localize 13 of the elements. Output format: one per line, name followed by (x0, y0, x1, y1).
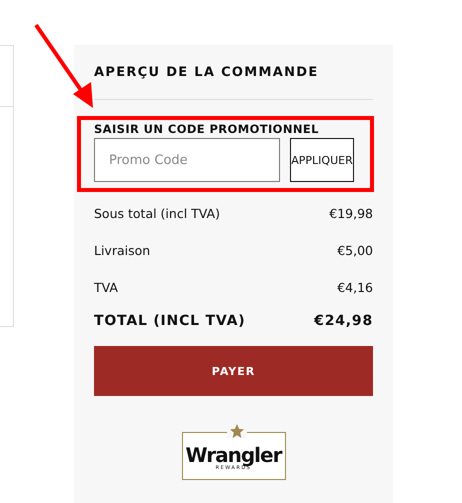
promo-label: SAISIR UN CODE PROMOTIONNEL (94, 122, 320, 136)
line-amount: €19,98 (329, 206, 373, 222)
line-amount: €24,98 (314, 313, 373, 329)
apply-button[interactable]: APPLIQUER (290, 138, 354, 182)
line-label: TOTAL (INCL TVA) (94, 313, 246, 329)
promo-code-field[interactable]: Promo Code (94, 138, 280, 182)
line-amount: €5,00 (337, 243, 373, 259)
line-label: Sous total (incl TVA) (94, 206, 220, 222)
line-label: TVA (94, 280, 118, 296)
line-amount: €4,16 (337, 280, 373, 296)
line-label: Livraison (94, 243, 150, 259)
section-title: APERÇU DE LA COMMANDE (94, 65, 320, 81)
pay-button[interactable]: PAYER (94, 346, 373, 396)
